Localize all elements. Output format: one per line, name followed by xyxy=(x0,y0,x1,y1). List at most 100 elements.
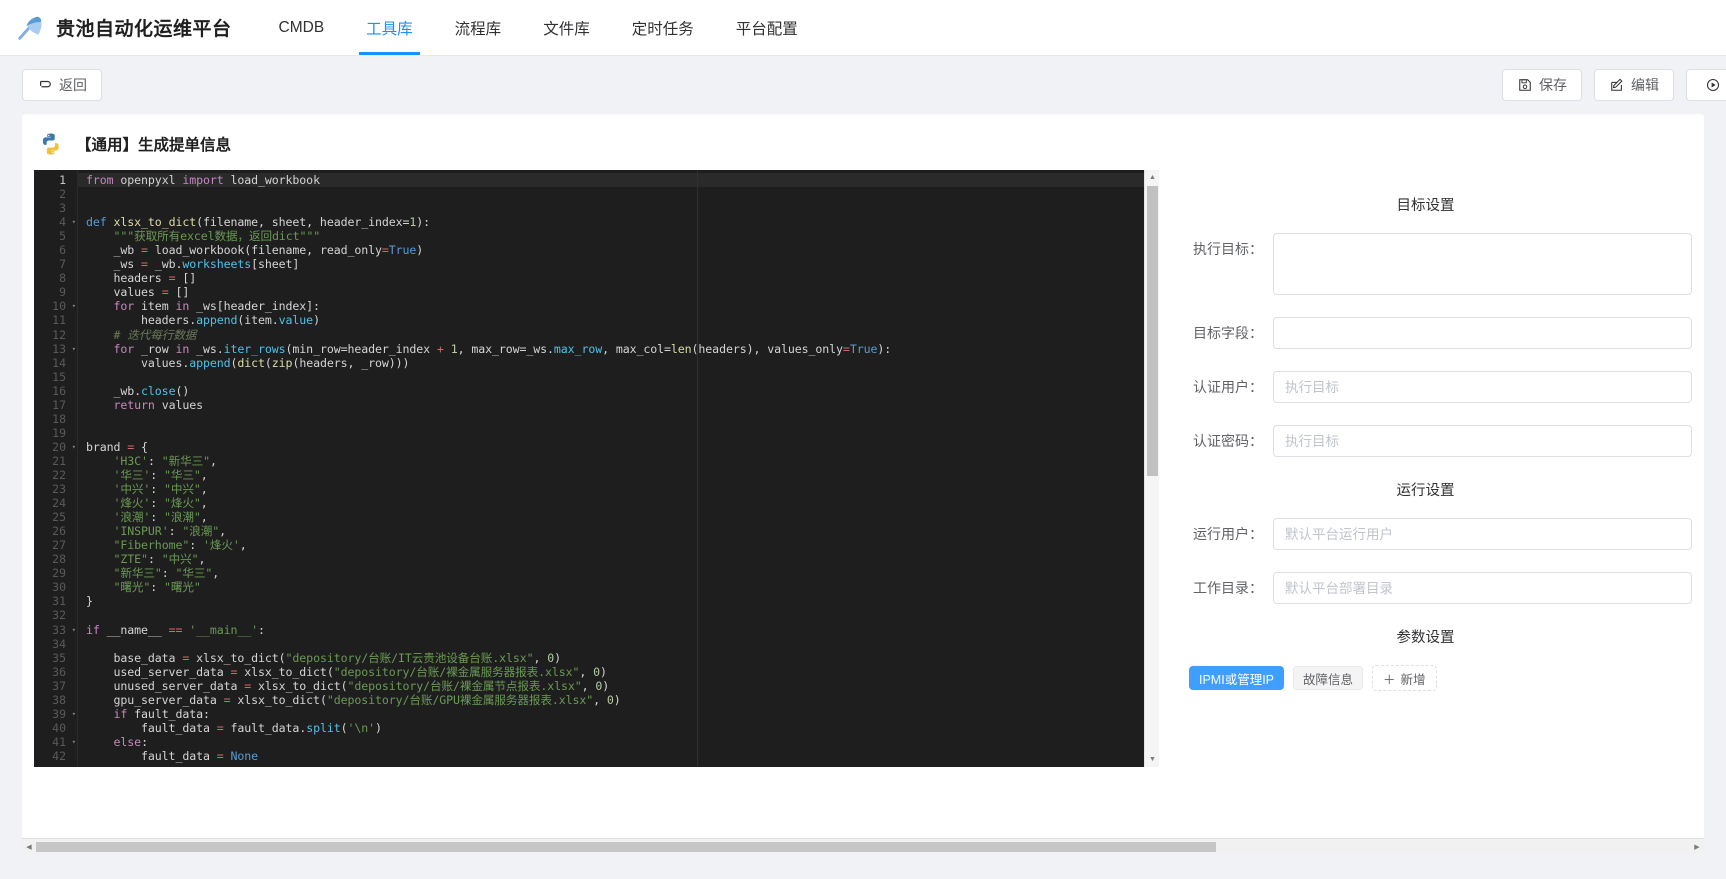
fold-arrow-icon[interactable]: ▾ xyxy=(72,342,76,356)
code-line: "Fiberhome": '烽火', xyxy=(113,538,247,553)
code-line: def xlsx_to_dict(filename, sheet, header… xyxy=(86,215,431,230)
code-line: 'INSPUR': "浪潮", xyxy=(113,524,227,539)
line-number: 27 xyxy=(52,538,66,553)
vertical-scroll-thumb[interactable] xyxy=(1147,186,1158,476)
edit-button-label: 编辑 xyxy=(1631,77,1659,93)
code-line: if fault_data: xyxy=(113,706,210,721)
param-tag-list: IPMI或管理IP 故障信息 ＋ 新增 xyxy=(1159,665,1692,691)
fold-arrow-icon[interactable]: ▾ xyxy=(72,707,76,721)
code-area[interactable]: from openpyxl import load_workbook def x… xyxy=(77,170,1144,767)
line-number-gutter: 1 2 3 4 ▾ 5 6 7 8 9 10 ▾ 11 12 13 ▾ 14 15 16 17 18 19 20 ▾ 21 22 2… xyxy=(34,170,77,767)
content-split: 1 2 3 4 ▾ 5 6 7 8 9 10 ▾ 11 12 13 ▾ 14 15 16 17 18 19 20 ▾ 21 22 2… xyxy=(22,170,1704,767)
code-line: gpu_server_data = xlsx_to_dict("deposito… xyxy=(86,692,621,707)
code-line: headers.append(item.value) xyxy=(86,313,320,328)
line-number: 9 xyxy=(59,285,66,300)
nav-item-scheduled-tasks[interactable]: 定时任务 xyxy=(611,0,715,55)
editor-vertical-scrollbar[interactable]: ▲ ▼ xyxy=(1144,170,1159,767)
line-number: 35 xyxy=(52,650,66,665)
action-toolbar: 返回 保存 编辑 xyxy=(0,56,1726,114)
form-row-auth-user: 认证用户： xyxy=(1159,371,1692,403)
line-number: 21 xyxy=(52,453,66,468)
pickaxe-icon xyxy=(14,11,48,45)
fold-arrow-icon[interactable]: ▾ xyxy=(72,215,76,229)
code-line: '中兴': "中兴", xyxy=(113,482,208,497)
line-number: 3 xyxy=(59,201,66,216)
code-line: "曙光": "曙光" xyxy=(113,580,201,595)
save-button[interactable]: 保存 xyxy=(1502,69,1582,101)
line-number: 15 xyxy=(52,369,66,384)
back-button[interactable]: 返回 xyxy=(22,69,102,101)
save-button-label: 保存 xyxy=(1539,77,1567,93)
right-action-group: 保存 编辑 日 xyxy=(1502,69,1726,101)
code-line: brand = { xyxy=(86,439,148,454)
param-tag-fault-info[interactable]: 故障信息 xyxy=(1293,666,1364,690)
add-param-button[interactable]: ＋ 新增 xyxy=(1372,665,1437,691)
code-line: for item in _ws[header_index]: xyxy=(113,299,321,314)
scroll-left-arrow[interactable]: ◀ xyxy=(22,839,36,854)
nav-item-platform-config[interactable]: 平台配置 xyxy=(715,0,819,55)
nav-item-toolbox[interactable]: 工具库 xyxy=(345,0,434,55)
target-field-label: 目标字段： xyxy=(1193,325,1263,341)
line-number: 1 xyxy=(59,173,66,187)
line-number: 28 xyxy=(52,552,66,567)
form-row-auth-password: 认证密码： xyxy=(1159,425,1692,457)
fold-arrow-icon[interactable]: ▾ xyxy=(72,735,76,749)
run-user-input[interactable] xyxy=(1273,518,1692,550)
horizontal-scroll-thumb[interactable] xyxy=(36,842,1216,852)
fold-arrow-icon[interactable]: ▾ xyxy=(72,299,76,313)
line-number: 36 xyxy=(52,664,66,679)
auth-user-input[interactable] xyxy=(1273,371,1692,403)
run-button[interactable]: 日 xyxy=(1686,69,1726,101)
line-number: 6 xyxy=(59,243,66,258)
code-line: "新华三": "华三", xyxy=(113,566,220,581)
line-number: 26 xyxy=(52,524,66,539)
code-line: else: xyxy=(113,734,149,749)
scroll-up-arrow[interactable]: ▲ xyxy=(1145,170,1160,185)
add-param-label: 新增 xyxy=(1400,672,1426,687)
fold-arrow-icon[interactable]: ▾ xyxy=(72,440,76,454)
fold-arrow-icon[interactable]: ▾ xyxy=(72,623,76,637)
line-number: 18 xyxy=(52,411,66,426)
edit-button[interactable]: 编辑 xyxy=(1594,69,1674,101)
line-number: 33 ▾ xyxy=(52,622,76,637)
nav-item-files[interactable]: 文件库 xyxy=(522,0,611,55)
target-field-input[interactable] xyxy=(1273,317,1692,349)
code-line: headers = [] xyxy=(86,271,197,286)
scroll-down-arrow[interactable]: ▼ xyxy=(1145,752,1160,767)
scroll-right-arrow[interactable]: ▶ xyxy=(1690,839,1704,854)
code-editor[interactable]: 1 2 3 4 ▾ 5 6 7 8 9 10 ▾ 11 12 13 ▾ 14 15 16 17 18 19 20 ▾ 21 22 2… xyxy=(34,170,1144,767)
line-number: 19 xyxy=(52,425,66,440)
script-header: 【通用】生成提单信息 xyxy=(22,114,1704,170)
line-number: 40 xyxy=(52,720,66,735)
code-line: # 迭代每行数据 xyxy=(113,327,197,342)
brand-title: 贵池自动化运维平台 xyxy=(56,19,232,40)
nav-item-cmdb[interactable]: CMDB xyxy=(258,0,346,55)
work-dir-input[interactable] xyxy=(1273,572,1692,604)
auth-password-input[interactable] xyxy=(1273,425,1692,457)
form-row-work-dir: 工作目录： xyxy=(1159,572,1692,604)
auth-password-label: 认证密码： xyxy=(1193,433,1263,449)
run-user-label: 运行用户： xyxy=(1193,526,1263,542)
code-line: from openpyxl import load_workbook xyxy=(78,173,1144,188)
line-number: 17 xyxy=(52,397,66,412)
horizontal-scrollbar[interactable]: ◀ ▶ xyxy=(22,838,1704,854)
form-row-target-field: 目标字段： xyxy=(1159,317,1692,349)
target-settings-title: 目标设置 xyxy=(1159,194,1692,215)
line-number: 7 xyxy=(59,257,66,272)
nav-item-workflow[interactable]: 流程库 xyxy=(434,0,523,55)
line-number: 38 xyxy=(52,692,66,707)
code-line: fault_data = None xyxy=(86,748,259,763)
arrow-back-icon xyxy=(37,78,52,93)
code-line: _ws = _wb.worksheets[sheet] xyxy=(86,257,300,272)
exec-target-input[interactable] xyxy=(1273,233,1692,295)
param-tag-ipmi[interactable]: IPMI或管理IP xyxy=(1189,666,1285,690)
line-number: 22 xyxy=(52,467,66,482)
line-number: 10 ▾ xyxy=(52,299,76,314)
code-line: base_data = xlsx_to_dict("depository/台账/… xyxy=(86,650,562,665)
code-line: """获取所有excel数据，返回dict""" xyxy=(113,229,321,244)
line-number: 41 ▾ xyxy=(52,734,76,749)
